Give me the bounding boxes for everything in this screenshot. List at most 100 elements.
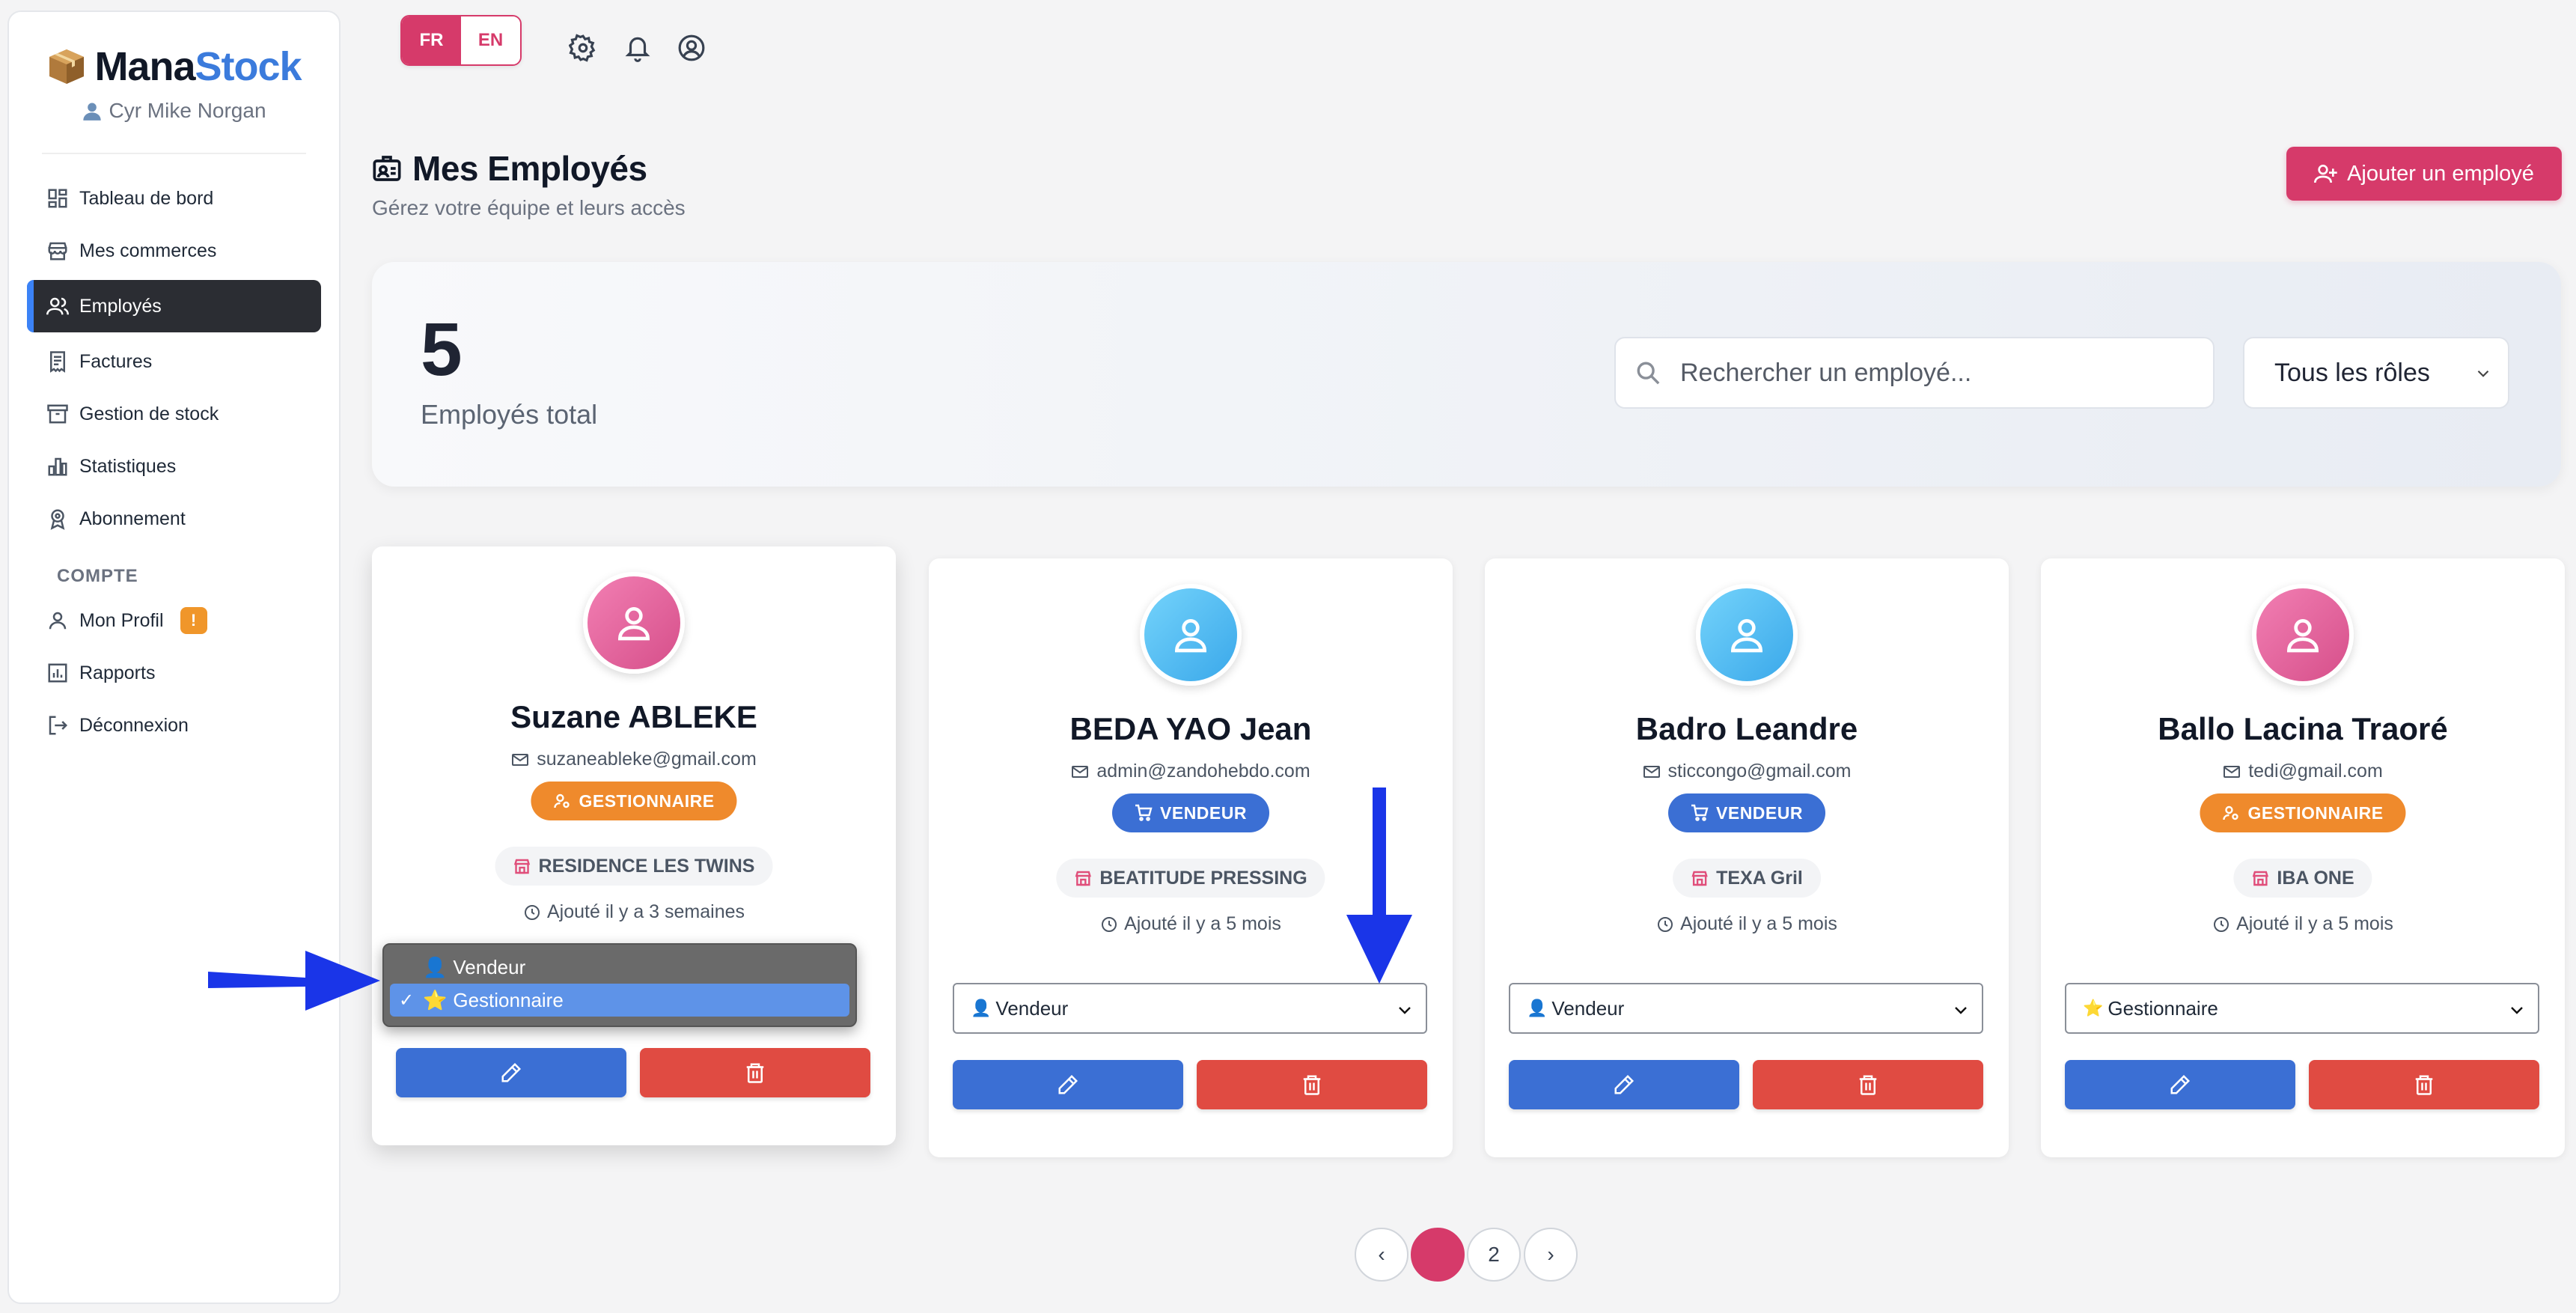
role-select[interactable]: 👤 Vendeur <box>953 983 1427 1034</box>
employee-email: admin@zandohebdo.com <box>929 761 1453 782</box>
employee-email: sticcongo@gmail.com <box>1485 761 2009 782</box>
sidebar-item-invoices[interactable]: Factures <box>9 335 339 388</box>
account-section-label: COMPTE <box>57 566 138 586</box>
employee-card: Ballo Lacina Traoré tedi@gmail.com GESTI… <box>2041 558 2565 1157</box>
role-select[interactable]: ⭐ Gestionnaire <box>2065 983 2539 1034</box>
annotation-arrow-down-icon <box>1346 788 1412 984</box>
role-select[interactable]: 👤 Vendeur <box>1509 983 1983 1034</box>
sidebar-item-shops[interactable]: Mes commerces <box>9 225 339 277</box>
sidebar-item-stock[interactable]: Gestion de stock <box>9 388 339 440</box>
shop-badge: IBA ONE <box>2233 859 2372 898</box>
role-badge: GESTIONNAIRE <box>2200 793 2406 832</box>
bell-icon[interactable] <box>623 34 652 62</box>
sidebar-item-label: Statistiques <box>79 455 177 477</box>
sidebar-item-label: Mon Profil <box>79 609 164 631</box>
sidebar-item-subscription[interactable]: Abonnement <box>9 493 339 545</box>
role-badge-text: GESTIONNAIRE <box>579 790 715 811</box>
clock-icon <box>2214 916 2229 932</box>
search-input[interactable] <box>1680 358 2159 388</box>
search-icon <box>1637 362 1660 385</box>
report-icon <box>48 663 67 683</box>
sidebar-item-logout[interactable]: Déconnexion <box>9 699 339 752</box>
edit-button[interactable] <box>396 1048 626 1097</box>
edit-button[interactable] <box>1509 1060 1739 1109</box>
role-filter-select[interactable]: Tous les rôles <box>2243 337 2509 409</box>
trash-icon <box>2415 1075 2433 1095</box>
delete-button[interactable] <box>640 1048 870 1097</box>
store-icon <box>513 859 531 874</box>
role-badge-text: VENDEUR <box>1160 802 1247 823</box>
lang-en-button[interactable]: EN <box>461 16 520 64</box>
chevron-down-icon <box>1399 1007 1411 1014</box>
page-title-text: Mes Employés <box>412 149 647 188</box>
added-date: Ajouté il y a 5 mois <box>1485 913 2009 935</box>
dropdown-option-label: Vendeur <box>453 955 526 978</box>
trash-icon <box>746 1063 764 1083</box>
added-date-text: Ajouté il y a 5 mois <box>1680 913 1837 934</box>
trash-icon <box>1303 1075 1321 1095</box>
employee-name: BEDA YAO Jean <box>1069 711 1312 746</box>
employee-card: Badro Leandre sticcongo@gmail.com VENDEU… <box>1485 558 2009 1157</box>
account-circle-icon[interactable] <box>677 34 706 62</box>
sidebar-item-dashboard[interactable]: Tableau de bord <box>9 172 339 225</box>
dropdown-option-gestionnaire[interactable]: ✓ ⭐ Gestionnaire <box>390 984 849 1017</box>
pencil-icon <box>1614 1074 1635 1094</box>
star-emoji-icon: ⭐ <box>2083 999 2104 1017</box>
lang-fr-button[interactable]: FR <box>402 16 461 64</box>
sidebar-item-label: Gestion de stock <box>79 403 219 424</box>
added-date-text: Ajouté il y a 5 mois <box>2236 913 2393 934</box>
dropdown-option-vendeur[interactable]: 👤 Vendeur <box>390 951 849 984</box>
sidebar-item-employees[interactable]: Employés <box>27 280 321 332</box>
stats-panel: 5 Employés total Tous les rôles <box>372 262 2561 487</box>
add-employee-button[interactable]: Ajouter un employé <box>2286 147 2562 201</box>
clock-icon <box>1658 916 1673 932</box>
sidebar-item-statistics[interactable]: Statistiques <box>9 440 339 493</box>
shop-badge: TEXA Gril <box>1673 859 1821 898</box>
invoice-icon <box>50 351 65 373</box>
user-avatar-icon <box>1730 619 1763 653</box>
delete-button[interactable] <box>2309 1060 2539 1109</box>
employee-card: Suzane ABLEKE suzaneableke@gmail.com GES… <box>372 546 896 1145</box>
gear-icon[interactable] <box>569 34 597 62</box>
shop-badge: RESIDENCE LES TWINS <box>495 847 773 886</box>
user-outline-icon <box>49 612 67 630</box>
employee-email-text: sticcongo@gmail.com <box>1667 761 1852 782</box>
pagination-prev-button[interactable]: ‹ <box>1355 1228 1408 1282</box>
logout-icon <box>49 716 68 735</box>
pencil-icon <box>1058 1074 1078 1094</box>
star-emoji-icon: ⭐ <box>423 988 448 1011</box>
role-filter-value: Tous les rôles <box>2274 358 2430 387</box>
shop-badge-text: IBA ONE <box>2277 867 2354 889</box>
employee-name: Ballo Lacina Traoré <box>2158 711 2448 746</box>
delete-button[interactable] <box>1197 1060 1427 1109</box>
added-date-text: Ajouté il y a 3 semaines <box>546 901 745 922</box>
store-icon <box>1691 871 1708 886</box>
added-date: Ajouté il y a 3 semaines <box>372 901 896 923</box>
employee-email: suzaneableke@gmail.com <box>372 749 896 770</box>
user-emoji-icon: 👤 <box>1527 999 1548 1017</box>
pencil-icon <box>501 1062 522 1082</box>
edit-button[interactable] <box>953 1060 1183 1109</box>
delete-button[interactable] <box>1753 1060 1983 1109</box>
award-icon <box>50 509 65 530</box>
added-date: Ajouté il y a 5 mois <box>2041 913 2565 935</box>
employee-email-text: suzaneableke@gmail.com <box>537 749 757 770</box>
employee-total-count: 5 <box>421 308 463 392</box>
sidebar-item-profile[interactable]: Mon Profil ! <box>9 594 339 647</box>
user-plus-icon <box>2314 165 2337 183</box>
pagination-page-2[interactable]: 2 <box>1467 1228 1521 1282</box>
users-icon <box>46 297 69 315</box>
employee-name: Badro Leandre <box>1635 711 1858 746</box>
role-badge-text: GESTIONNAIRE <box>2247 802 2384 823</box>
sidebar-item-reports[interactable]: Rapports <box>9 647 339 699</box>
pagination-page-1[interactable]: 1 <box>1411 1228 1465 1282</box>
edit-button[interactable] <box>2065 1060 2295 1109</box>
mail-icon <box>1072 765 1089 778</box>
profile-warning-badge: ! <box>180 607 207 634</box>
trash-icon <box>1859 1075 1877 1095</box>
brand-logo[interactable]: ManaStock <box>9 43 339 90</box>
pagination-next-button[interactable]: › <box>1524 1228 1578 1282</box>
current-user: Cyr Mike Norgan <box>9 99 339 123</box>
archive-icon <box>47 404 68 424</box>
shop-badge-text: BEATITUDE PRESSING <box>1099 867 1307 889</box>
